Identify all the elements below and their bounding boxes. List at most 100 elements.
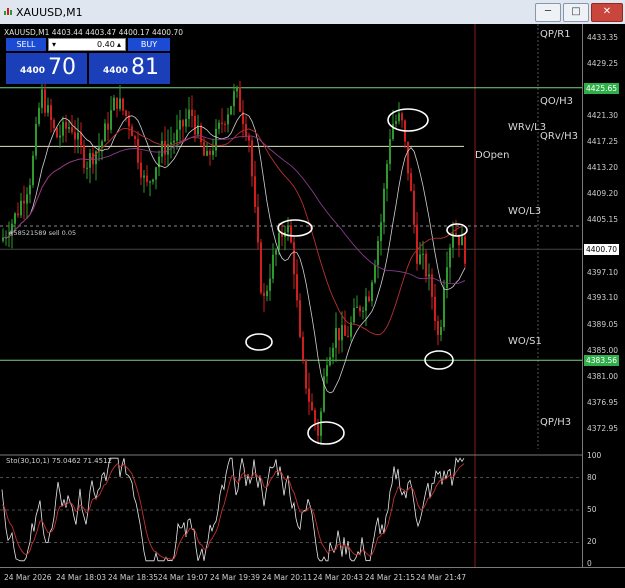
candle-body (233, 91, 235, 107)
candle-body (425, 253, 427, 277)
time-tick-label: 24 Mar 21:47 (416, 573, 467, 582)
candle-body (185, 118, 187, 127)
lot-up-icon[interactable]: ▴ (117, 39, 121, 50)
candle-body (341, 325, 343, 341)
candle-body (110, 110, 112, 130)
candle-body (338, 327, 340, 341)
candle-body (206, 151, 208, 156)
candle-body (194, 116, 196, 135)
candle-body (350, 322, 352, 337)
chart-window: XAUUSD,M1 ─ □ ✕ XAUUSD,M1 4403.44 4403.4… (0, 0, 625, 588)
candle-body (122, 98, 124, 111)
lot-down-icon[interactable]: ▾ (52, 39, 56, 50)
window-titlebar[interactable]: XAUUSD,M1 ─ □ ✕ (0, 0, 625, 25)
candlestick-chart[interactable] (0, 24, 582, 567)
candle-body (74, 132, 76, 140)
candle-body (413, 190, 415, 225)
sell-button[interactable]: SELL (6, 38, 46, 51)
price-tick-label: 4389.05 (587, 319, 619, 329)
lot-size-input[interactable]: ▾ 0.40 ▴ (48, 38, 126, 51)
time-tick-label: 24 Mar 20:43 (313, 573, 364, 582)
level-label-wo-s1: WO/S1 (508, 336, 542, 347)
candle-body (80, 132, 82, 146)
candle-body (107, 123, 109, 130)
candle-body (14, 213, 16, 224)
candle-body (401, 113, 403, 121)
time-tick-label: 24 Mar 18:03 (56, 573, 107, 582)
candle-body (308, 388, 310, 402)
candle-body (182, 120, 184, 127)
time-tick-label: 24 Mar 20:11 (262, 573, 313, 582)
candle-body (245, 124, 247, 137)
price-tick-label: 4421.30 (587, 110, 619, 120)
candle-body (83, 145, 85, 168)
candle-body (257, 206, 259, 243)
candle-body (56, 128, 58, 138)
candle-body (377, 241, 379, 266)
candle-body (146, 175, 148, 182)
close-button[interactable]: ✕ (591, 3, 623, 22)
candle-body (155, 167, 157, 180)
candle-body (314, 410, 316, 423)
candle-body (200, 125, 202, 143)
annotation-circle (307, 421, 345, 445)
candle-body (89, 153, 91, 168)
buy-price-button[interactable]: 4400 81 (89, 53, 170, 84)
time-tick-label: 24 Mar 18:35 (108, 573, 159, 582)
maximize-icon: □ (571, 6, 581, 17)
candle-body (266, 290, 268, 297)
candle-body (2, 237, 4, 241)
candle-body (344, 325, 346, 336)
candle-body (335, 327, 337, 348)
maximize-button[interactable]: □ (563, 3, 589, 22)
price-tick-label: 4425.65 (584, 82, 620, 94)
stochastic-main-line (1, 456, 465, 562)
candle-body (302, 336, 304, 360)
level-label-qp-h3: QP/H3 (540, 417, 572, 428)
price-chart-area[interactable] (0, 24, 582, 567)
candle-body (398, 113, 400, 122)
candle-body (365, 296, 367, 311)
candle-body (38, 107, 40, 124)
candle-body (443, 288, 445, 327)
annotation-circle (387, 108, 429, 132)
stochastic-label: Sto(30,10,1) 75.0462 71.4512 (6, 457, 112, 465)
candle-body (437, 321, 439, 336)
candle-body (35, 123, 37, 156)
candle-body (23, 200, 25, 204)
level-label-wo-l3: WO/L3 (508, 206, 542, 217)
candle-body (269, 278, 271, 291)
candle-body (191, 109, 193, 117)
candle-body (311, 401, 313, 411)
candle-body (248, 136, 250, 141)
stochastic-signal-line (1, 462, 465, 560)
candle-body (77, 132, 79, 140)
candle-body (137, 139, 139, 163)
price-tick-label: 4409.20 (587, 189, 619, 199)
level-label-dopen: DOpen (475, 150, 510, 161)
candle-body (254, 176, 256, 207)
price-axis[interactable]: 4433.35 4429.25 4425.65 4421.30 4417.25 4413.… (582, 24, 625, 568)
candle-body (416, 224, 418, 264)
candle-body (203, 142, 205, 156)
candle-body (44, 89, 46, 113)
candle-body (20, 200, 22, 216)
minimize-button[interactable]: ─ (535, 3, 561, 22)
candle-body (380, 222, 382, 242)
time-axis[interactable]: 24 Mar 2026 24 Mar 18:03 24 Mar 18:35 24 Ma… (0, 567, 625, 588)
moving-average-fast (3, 113, 466, 394)
candle-body (305, 359, 307, 389)
candle-body (239, 87, 241, 112)
candle-body (260, 242, 262, 293)
candle-body (152, 179, 154, 182)
order-line-label[interactable]: #58521589 sell 0.05 (8, 229, 76, 237)
stochastic-axis-label: 100 (587, 451, 602, 460)
candle-body (170, 142, 172, 145)
candle-body (395, 121, 397, 124)
candle-body (293, 242, 295, 275)
sell-price-button[interactable]: 4400 70 (6, 53, 87, 84)
chart-icon (4, 8, 12, 15)
buy-button[interactable]: BUY (128, 38, 170, 51)
candle-body (143, 175, 145, 178)
minimize-icon: ─ (544, 6, 552, 17)
